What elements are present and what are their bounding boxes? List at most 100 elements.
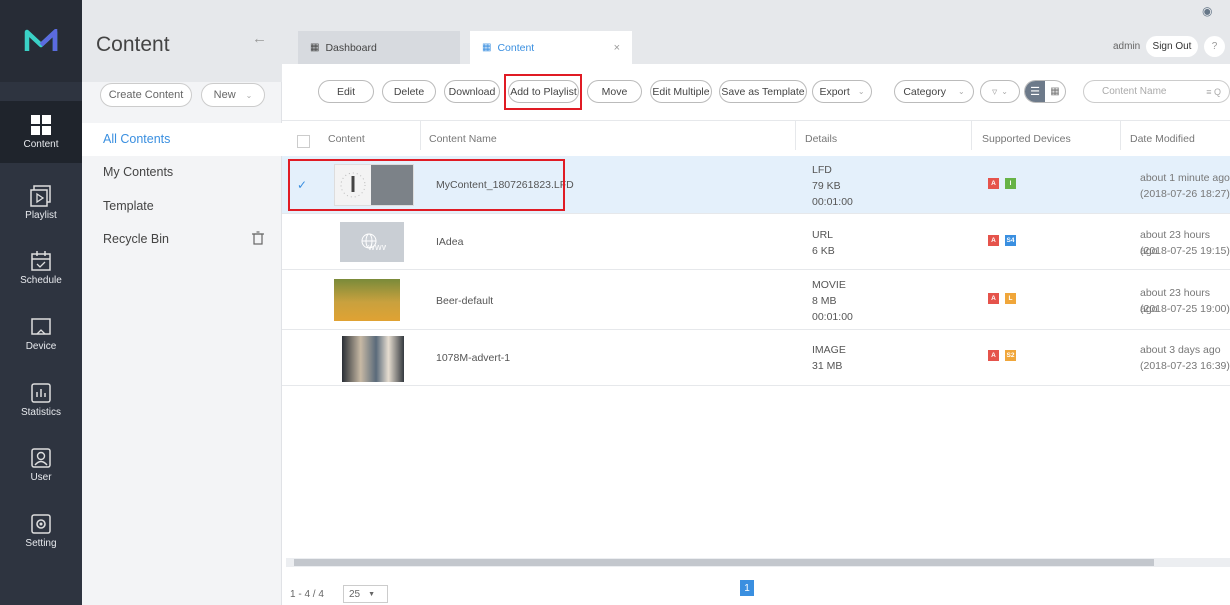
category-label: Category <box>903 85 946 98</box>
create-content-button[interactable]: Create Content <box>100 83 192 107</box>
nav-item-statistics[interactable]: Statistics <box>0 369 82 431</box>
nav-item-playlist[interactable]: Playlist <box>0 172 82 234</box>
device-badge: A <box>988 178 999 189</box>
chevron-down-icon: ⌄ <box>1001 87 1008 96</box>
col-header-details[interactable]: Details <box>805 133 837 145</box>
grid-view-icon[interactable]: ▦ <box>1045 81 1065 102</box>
nav-label: Playlist <box>25 210 57 221</box>
filter-dropdown[interactable]: ▿ ⌄ <box>980 80 1020 103</box>
panel-header: Content ← <box>82 0 282 82</box>
content-size: 8 MB <box>812 295 837 307</box>
app-logo <box>0 0 82 82</box>
nav-label: User <box>30 472 52 483</box>
nav-item-device[interactable]: Device <box>0 303 82 365</box>
nav-label: Statistics <box>20 407 61 418</box>
sign-out-button[interactable]: Sign Out <box>1146 36 1198 57</box>
highlight-box <box>288 159 565 211</box>
date-relative: about 1 minute ago <box>1140 172 1230 184</box>
chart-icon <box>31 383 51 403</box>
monitor-icon <box>31 318 51 335</box>
svg-text:WWW: WWW <box>368 244 386 252</box>
per-page-select[interactable]: 25 ▼ <box>343 585 388 603</box>
nav-label: Setting <box>25 538 57 549</box>
category-dropdown[interactable]: Category ⌄ <box>894 80 974 103</box>
help-button[interactable]: ? <box>1204 36 1225 57</box>
collapse-arrow-icon[interactable]: ← <box>252 30 267 47</box>
nav-item-schedule[interactable]: Schedule <box>0 237 82 299</box>
edit-multiple-button[interactable]: Edit Multiple <box>650 80 712 103</box>
save-as-template-button[interactable]: Save as Template <box>719 80 807 103</box>
nav-label: Content <box>23 139 59 150</box>
search-icon[interactable]: ≡ Q <box>1206 87 1221 97</box>
nav-label: Schedule <box>20 275 62 286</box>
content-name[interactable]: 1078M-advert-1 <box>436 350 510 366</box>
trash-icon[interactable] <box>252 231 264 245</box>
move-button[interactable]: Move <box>587 80 642 103</box>
menu-item-recycle-bin[interactable]: Recycle Bin <box>103 232 169 246</box>
caret-down-icon: ▼ <box>368 590 376 598</box>
table-row[interactable] <box>282 330 1230 386</box>
content-type: MOVIE <box>812 279 846 291</box>
www-globe-icon: WWW <box>361 233 386 252</box>
col-header-date-modified[interactable]: Date Modified <box>1130 133 1195 145</box>
table-row[interactable] <box>282 270 1230 330</box>
nav-label: Device <box>25 341 57 352</box>
export-label: Export <box>819 85 850 98</box>
grid-icon: ▦ <box>482 42 492 53</box>
download-button[interactable]: Download <box>444 80 500 103</box>
menu-item-template[interactable]: Template <box>103 199 154 213</box>
date-absolute: (2018-07-25 19:00) <box>1140 303 1230 315</box>
content-name[interactable]: Beer-default <box>436 293 493 309</box>
col-header-content[interactable]: Content <box>328 133 365 145</box>
grid-icon <box>31 115 51 135</box>
select-all-checkbox[interactable] <box>297 135 310 148</box>
close-icon[interactable]: × <box>614 42 620 54</box>
nav-item-user[interactable]: User <box>0 434 82 496</box>
content-thumbnail <box>334 279 400 321</box>
col-header-supported-devices[interactable]: Supported Devices <box>982 133 1071 145</box>
content-duration: 00:01:00 <box>812 311 853 323</box>
horizontal-scrollbar[interactable] <box>286 558 1230 567</box>
content-name[interactable]: IAdea <box>436 234 463 250</box>
playlist-icon <box>30 185 51 207</box>
device-badge: A <box>988 350 999 361</box>
menu-item-all-contents[interactable]: All Contents <box>103 132 170 146</box>
new-dropdown[interactable]: New ⌄ <box>201 83 265 107</box>
content-duration: 00:01:00 <box>812 196 853 208</box>
device-badge: L <box>1005 293 1016 304</box>
gear-icon <box>31 514 51 534</box>
tab-dashboard[interactable]: ▦ Dashboard <box>298 31 460 64</box>
edit-button[interactable]: Edit <box>318 80 374 103</box>
content-type: IMAGE <box>812 344 846 356</box>
date-relative: about 3 days ago <box>1140 344 1221 356</box>
scrollbar-thumb[interactable] <box>294 559 1154 566</box>
device-badge: A <box>988 293 999 304</box>
chevron-down-icon: ⌄ <box>245 90 253 100</box>
delete-button[interactable]: Delete <box>382 80 436 103</box>
tab-content[interactable]: ▦ Content × <box>470 31 632 64</box>
date-absolute: (2018-07-23 16:39) <box>1140 360 1230 372</box>
globe-icon[interactable]: ◉ <box>1202 4 1212 18</box>
col-divider <box>971 120 972 150</box>
view-toggle: ☰ ▦ <box>1024 80 1066 103</box>
table-row[interactable] <box>282 214 1230 270</box>
nav-item-setting[interactable]: Setting <box>0 500 82 562</box>
search-input[interactable]: Content Name ≡ Q <box>1083 80 1230 103</box>
list-view-icon[interactable]: ☰ <box>1025 81 1045 102</box>
col-divider <box>1120 120 1121 150</box>
new-label: New <box>213 89 236 101</box>
col-divider <box>795 120 796 150</box>
page-button[interactable]: 1 <box>740 580 754 596</box>
content-side-panel: Content ← Create Content New ⌄ All Conte… <box>82 0 282 605</box>
content-type: LFD <box>812 164 832 176</box>
export-dropdown[interactable]: Export ⌄ <box>812 80 872 103</box>
tab-bar: ▦ Dashboard ▦ Content × ◉ admin Sign Out… <box>282 0 1230 64</box>
chevron-down-icon: ⌄ <box>857 87 865 96</box>
menu-item-my-contents[interactable]: My Contents <box>103 165 173 179</box>
device-badge: S2 <box>1005 350 1016 361</box>
nav-item-content[interactable]: Content <box>0 101 82 163</box>
content-size: 79 KB <box>812 180 841 192</box>
col-divider <box>420 120 421 150</box>
filter-icon: ▿ <box>992 85 998 98</box>
col-header-content-name[interactable]: Content Name <box>429 133 497 145</box>
